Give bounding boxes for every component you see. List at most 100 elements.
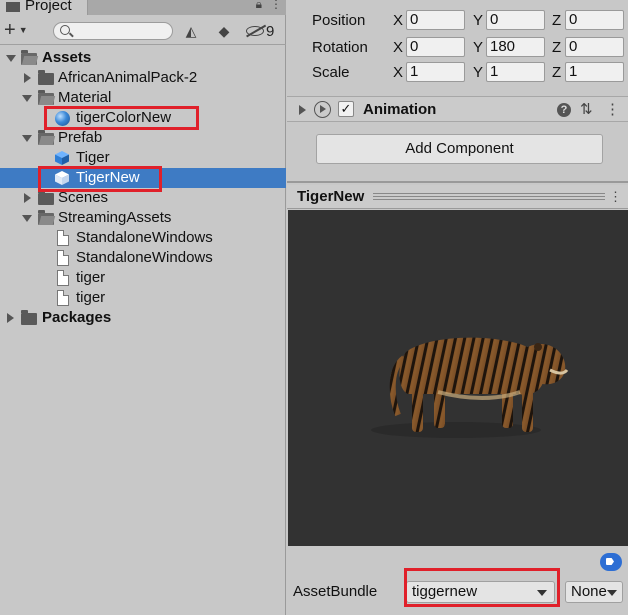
search-input[interactable] — [53, 22, 173, 40]
rotation-z-field[interactable]: 0 — [565, 37, 624, 57]
folder-icon — [38, 70, 54, 85]
asset-tree: Assets AfricanAnimalPack-2 Material tige… — [0, 48, 286, 328]
foldout-arrow-icon[interactable] — [299, 105, 306, 115]
tree-item-file[interactable]: tiger — [0, 288, 286, 308]
tree-item-label: Scenes — [58, 189, 109, 206]
tree-item-label: AfricanAnimalPack-2 — [58, 69, 198, 86]
resize-grip[interactable] — [373, 193, 605, 200]
expand-arrow-icon[interactable] — [6, 55, 16, 62]
tree-item-label: StandaloneWindows — [76, 229, 213, 246]
tree-item-file[interactable]: StandaloneWindows — [0, 248, 286, 268]
tree-item-scenes[interactable]: Scenes — [0, 188, 286, 208]
rotation-x-field[interactable]: 0 — [406, 37, 465, 57]
tree-item-streamingassets[interactable]: StreamingAssets — [0, 208, 286, 228]
inspector-panel: Position X 0 Y 0 Z 0 Rotation X 0 Y 180 … — [287, 0, 628, 615]
project-panel: Project 🔒︎ ⋮ + ▼ ◭ ◆ 9 Assets AfricanAni… — [0, 0, 286, 615]
axis-z-label: Z — [552, 64, 562, 81]
preview-viewport[interactable] — [288, 210, 628, 546]
animation-component-header[interactable]: ✓ Animation ? ⇅ ⋮ — [287, 96, 628, 122]
scale-y-field[interactable]: 1 — [486, 62, 545, 82]
assetbundle-variant-value: None — [571, 583, 607, 600]
tree-item-label: Tiger — [76, 149, 110, 166]
search-by-type-icon[interactable]: ◭ — [180, 21, 202, 41]
axis-x-label: X — [393, 39, 404, 56]
search-by-label-icon[interactable]: ◆ — [213, 21, 235, 41]
scale-label: Scale — [312, 64, 350, 81]
tree-item-prefab[interactable]: Prefab — [0, 128, 286, 148]
project-tab[interactable]: Project — [0, 0, 88, 15]
assetbundle-name-dropdown[interactable]: tiggernew — [406, 581, 555, 603]
tree-item-file[interactable]: StandaloneWindows — [0, 228, 286, 248]
tree-item-tigercolornew[interactable]: tigerColorNew — [0, 108, 286, 128]
tree-item-material[interactable]: Material — [0, 88, 286, 108]
prefab-cube-icon — [55, 151, 69, 165]
tree-item-tiger-prefab[interactable]: Tiger — [0, 148, 286, 168]
tree-item-label: StandaloneWindows — [76, 249, 213, 266]
search-icon — [60, 25, 70, 35]
component-enabled-checkbox[interactable]: ✓ — [338, 101, 354, 117]
rotation-label: Rotation — [312, 39, 368, 56]
expand-arrow-icon[interactable] — [22, 215, 32, 222]
tree-item-label: tiger — [76, 269, 106, 286]
hidden-count: 9 — [266, 22, 275, 40]
presets-icon[interactable]: ⇅ — [580, 100, 593, 118]
folder-open-icon — [21, 50, 37, 65]
folder-open-icon — [38, 130, 54, 145]
caret-down-icon — [607, 590, 617, 596]
tree-item-packages[interactable]: Packages — [0, 308, 286, 328]
collapse-arrow-icon[interactable] — [7, 313, 14, 323]
tree-item-label: Packages — [42, 309, 112, 326]
folder-icon — [6, 1, 20, 12]
rotation-y-field[interactable]: 180 — [486, 37, 545, 57]
transform-rotation-row: Rotation X 0 Y 180 Z 0 — [287, 36, 628, 60]
file-icon — [57, 230, 69, 246]
tree-item-africananimalpack[interactable]: AfricanAnimalPack-2 — [0, 68, 286, 88]
assetbundle-label: AssetBundle — [293, 583, 378, 600]
kebab-menu-icon[interactable]: ⋮ — [270, 0, 282, 12]
tree-item-label: tigerColorNew — [76, 109, 172, 126]
tiger-model-preview — [371, 337, 569, 438]
file-icon — [57, 270, 69, 286]
tree-item-tigernew-prefab[interactable]: TigerNew — [0, 168, 286, 188]
kebab-menu-icon[interactable]: ⋮ — [609, 189, 622, 205]
position-z-field[interactable]: 0 — [565, 10, 624, 30]
material-icon — [55, 111, 70, 126]
tree-item-label: Prefab — [58, 129, 103, 146]
tree-item-file[interactable]: tiger — [0, 268, 286, 288]
position-y-field[interactable]: 0 — [486, 10, 545, 30]
scale-x-field[interactable]: 1 — [406, 62, 465, 82]
assetbundle-variant-dropdown[interactable]: None — [565, 581, 623, 603]
create-button[interactable]: + ▼ — [4, 20, 28, 40]
tree-item-assets[interactable]: Assets — [0, 48, 286, 68]
file-icon — [57, 290, 69, 306]
project-tab-label: Project — [25, 0, 72, 14]
expand-arrow-icon[interactable] — [22, 95, 32, 102]
kebab-menu-icon[interactable]: ⋮ — [605, 100, 620, 118]
position-label: Position — [312, 12, 366, 29]
file-icon — [57, 250, 69, 266]
preview-header: TigerNew ⋮ — [287, 185, 628, 209]
tree-item-label: Material — [58, 89, 112, 106]
preview-title: TigerNew — [297, 188, 365, 205]
axis-x-label: X — [393, 64, 404, 81]
axis-y-label: Y — [473, 39, 484, 56]
caret-down-icon: ▼ — [18, 25, 28, 35]
scale-z-field[interactable]: 1 — [565, 62, 624, 82]
label-tag-icon[interactable] — [600, 553, 622, 571]
folder-open-icon — [38, 90, 54, 105]
help-icon[interactable]: ? — [557, 103, 571, 117]
lock-icon[interactable]: 🔒︎ — [256, 0, 262, 12]
assetbundle-name-value: tiggernew — [412, 583, 478, 600]
add-component-button[interactable]: Add Component — [316, 134, 603, 164]
folder-icon — [21, 310, 37, 325]
position-x-field[interactable]: 0 — [406, 10, 465, 30]
eye-slash-icon — [246, 26, 264, 36]
divider — [287, 181, 628, 183]
expand-arrow-icon[interactable] — [22, 135, 32, 142]
collapse-arrow-icon[interactable] — [24, 73, 31, 83]
axis-y-label: Y — [473, 64, 484, 81]
hidden-packages-toggle[interactable]: 9 — [246, 21, 274, 41]
assetbundle-bar: AssetBundle tiggernew None — [287, 546, 628, 615]
axis-x-label: X — [393, 12, 404, 29]
collapse-arrow-icon[interactable] — [24, 193, 31, 203]
